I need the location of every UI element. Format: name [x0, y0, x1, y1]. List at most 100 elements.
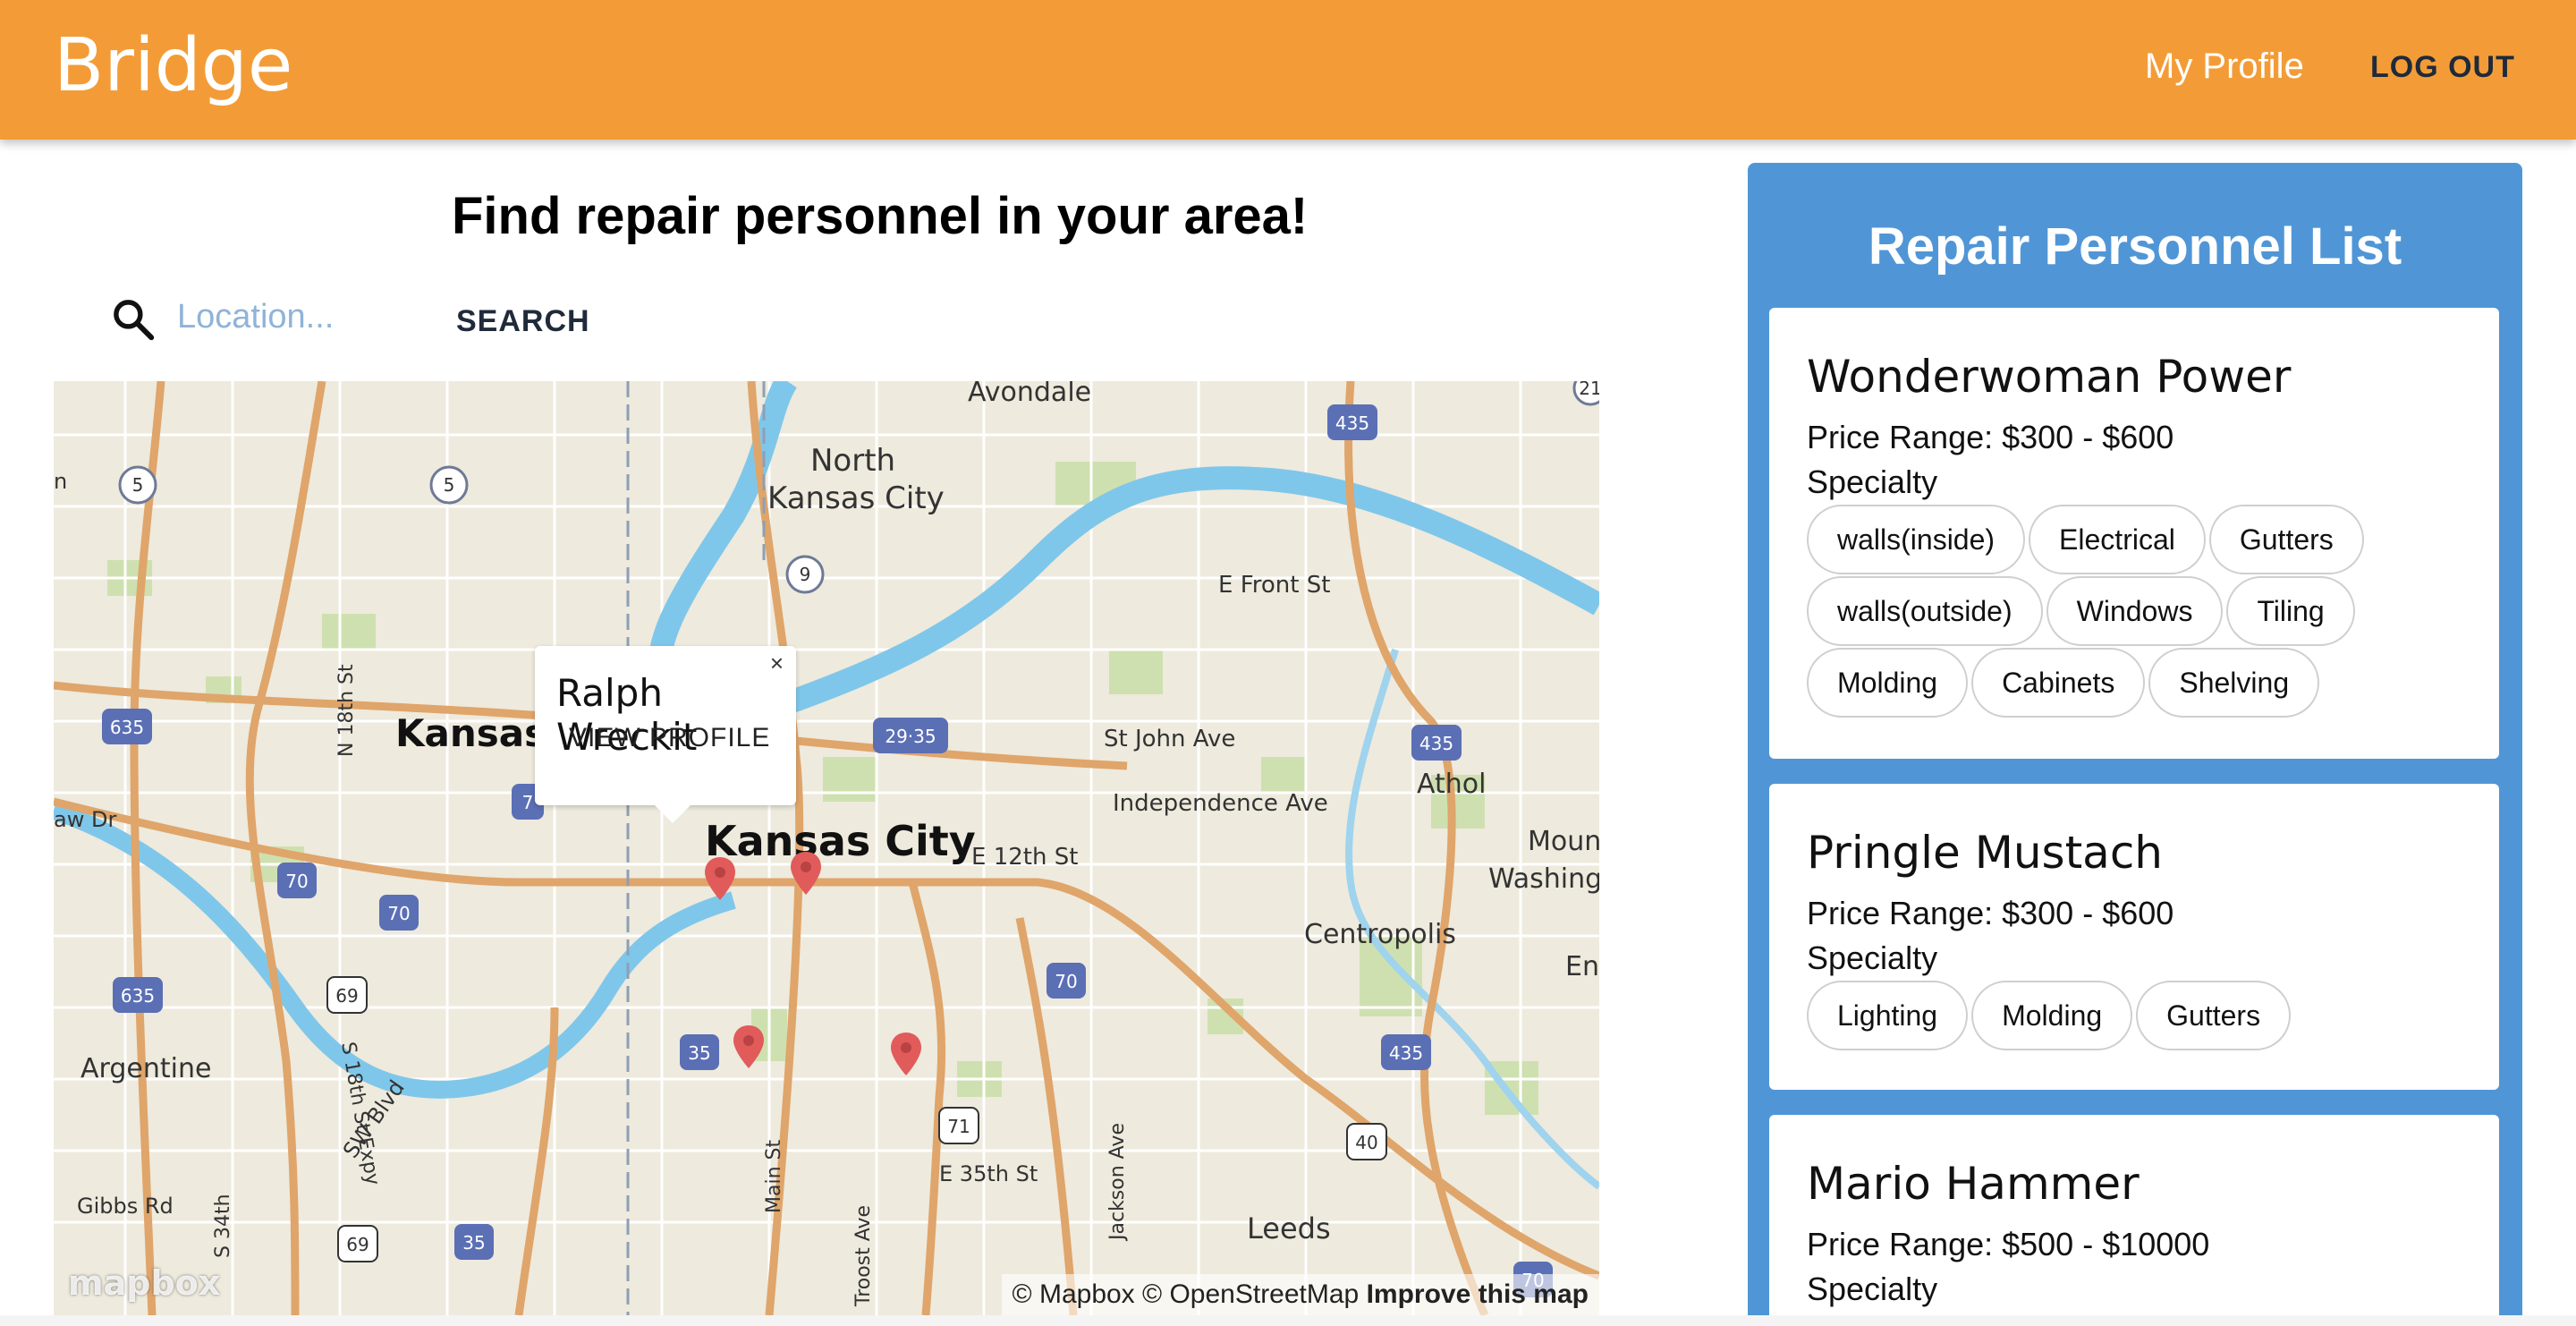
page-bottom-edge	[0, 1315, 2576, 1326]
svg-text:635: 635	[110, 717, 144, 738]
svg-text:21: 21	[1579, 381, 1599, 399]
map-canvas: Avondale North Kansas City Kansas Kansas…	[54, 381, 1599, 1315]
page-heading: Find repair personnel in your area!	[452, 187, 1309, 245]
map-label-independence-ave: Independence Ave	[1113, 790, 1328, 817]
map-popup: × Ralph Wreckit VIEW PROFILE	[535, 646, 796, 805]
route-shield-9: 9	[785, 555, 825, 594]
personnel-name: Pringle Mustach	[1807, 827, 2163, 879]
personnel-card[interactable]: Pringle Mustach Price Range: $300 - $600…	[1769, 784, 2499, 1090]
map-label-n-edge: n	[54, 469, 67, 494]
price-range: Price Range: $300 - $600	[1807, 419, 2174, 455]
map-label-leeds: Leeds	[1247, 1211, 1331, 1245]
specialty-chip: walls(inside)	[1807, 505, 2026, 574]
route-shield-69-a: 69	[326, 976, 368, 1014]
svg-text:70: 70	[1055, 971, 1077, 992]
map-label-north-kansas-city: Kansas City	[767, 480, 945, 516]
map-label-north: North	[810, 443, 895, 479]
specialty-chip: Tiling	[2226, 576, 2355, 646]
map-label-e-front-st: E Front St	[1218, 572, 1330, 599]
specialty-label: Specialty	[1807, 463, 1938, 500]
map-label-main-st: Main St	[763, 1140, 785, 1213]
personnel-list-panel: Repair Personnel List Wonderwoman Power …	[1748, 163, 2522, 1326]
popup-tip	[653, 803, 692, 823]
svg-text:71: 71	[947, 1116, 970, 1137]
specialty-chip: Cabinets	[1971, 648, 2146, 718]
svg-text:9: 9	[800, 564, 811, 585]
specialty-chip: Windows	[2046, 576, 2224, 646]
map-label-jackson-ave: Jackson Ave	[1106, 1123, 1129, 1242]
route-shield-40: 40	[1346, 1123, 1387, 1160]
map-marker[interactable]	[703, 855, 737, 902]
price-range: Price Range: $500 - $10000	[1807, 1226, 2210, 1262]
svg-text:5: 5	[444, 474, 455, 496]
map-marker[interactable]	[889, 1031, 923, 1077]
search-button[interactable]: SEARCH	[438, 299, 608, 344]
route-shield-70-c: 70	[1046, 963, 1086, 999]
route-shield-70-a: 70	[277, 863, 317, 898]
map-label-gibbs-rd: Gibbs Rd	[77, 1194, 174, 1219]
svg-text:435: 435	[1419, 733, 1453, 754]
specialty-chip: Electrical	[2029, 505, 2206, 574]
personnel-card[interactable]: Mario Hammer Price Range: $500 - $10000 …	[1769, 1115, 2499, 1326]
map-marker[interactable]	[732, 1024, 766, 1070]
specialty-label: Specialty	[1807, 939, 1938, 976]
logout-button[interactable]: LOG OUT	[2370, 50, 2515, 85]
svg-text:435: 435	[1335, 412, 1369, 434]
brand-logo[interactable]: Bridge	[54, 23, 292, 108]
specialty-chip: Lighting	[1807, 981, 1969, 1050]
location-input[interactable]	[177, 292, 436, 342]
panel-title: Repair Personnel List	[1868, 217, 2402, 276]
personnel-card[interactable]: Wonderwoman Power Price Range: $300 - $6…	[1769, 308, 2499, 759]
specialty-chip: Gutters	[2136, 981, 2292, 1050]
specialty-chip: Shelving	[2148, 648, 2320, 718]
svg-text:29·35: 29·35	[885, 726, 936, 747]
svg-text:35: 35	[688, 1042, 710, 1064]
route-shield-71: 71	[938, 1107, 979, 1144]
map-label-e-12th-st: E 12th St	[971, 844, 1078, 871]
map-label-athol: Athol	[1417, 769, 1486, 800]
specialty-chips: Lighting Molding Gutters	[1807, 981, 2487, 1052]
map-label-troost-ave: Troost Ave	[852, 1205, 875, 1307]
improve-map-link[interactable]: Improve this map	[1367, 1279, 1589, 1309]
personnel-name: Wonderwoman Power	[1807, 351, 2292, 403]
route-shield-635-a: 635	[102, 709, 152, 744]
map-marker[interactable]	[789, 850, 823, 897]
svg-text:69: 69	[346, 1234, 369, 1255]
map-label-kansas-city: Kansas City	[705, 817, 976, 865]
my-profile-link[interactable]: My Profile	[2145, 47, 2304, 87]
route-shield-35-a: 35	[680, 1034, 719, 1070]
svg-text:635: 635	[121, 985, 155, 1007]
specialty-chip: Gutters	[2208, 505, 2364, 574]
map-label-en: En	[1565, 951, 1599, 982]
route-shield-69-b: 69	[337, 1225, 378, 1262]
svg-text:35: 35	[462, 1232, 485, 1254]
specialty-label: Specialty	[1807, 1271, 1938, 1307]
svg-text:40: 40	[1355, 1132, 1377, 1153]
map-attribution: © Mapbox © OpenStreetMap Improve this ma…	[1001, 1274, 1599, 1315]
specialty-chip: walls(outside)	[1807, 576, 2043, 646]
map[interactable]: Avondale North Kansas City Kansas Kansas…	[54, 381, 1599, 1315]
map-label-centropolis: Centropolis	[1304, 919, 1456, 950]
view-profile-button[interactable]: VIEW PROFILE	[569, 723, 770, 753]
mapbox-logo[interactable]: mapbox	[68, 1263, 220, 1303]
map-label-washing: Washing	[1488, 863, 1599, 895]
specialty-chip: Molding	[1971, 981, 2133, 1050]
svg-text:7: 7	[522, 792, 534, 813]
svg-text:435: 435	[1389, 1042, 1423, 1064]
specialty-chips: walls(inside) Electrical Gutters walls(outs…	[1807, 505, 2487, 719]
map-label-n-18th-st: N 18th St	[335, 664, 358, 757]
attribution-text[interactable]: © Mapbox © OpenStreetMap	[1013, 1279, 1360, 1309]
route-shield-435-a: 435	[1327, 404, 1377, 440]
map-label-aw-dr: aw Dr	[54, 807, 116, 832]
route-shield-635-b: 635	[113, 977, 163, 1013]
route-shield-435-b: 435	[1411, 725, 1462, 761]
app-bar: Bridge My Profile LOG OUT	[0, 0, 2576, 140]
svg-text:5: 5	[132, 474, 144, 496]
price-range: Price Range: $300 - $600	[1807, 895, 2174, 931]
route-shield-5-a: 5	[118, 465, 157, 505]
map-label-argentine: Argentine	[80, 1053, 211, 1084]
route-shield-5-b: 5	[429, 465, 469, 505]
map-label-s-34th: S 34th	[212, 1194, 234, 1258]
route-shield-35-b: 35	[454, 1224, 494, 1260]
route-shield-70-b: 70	[379, 895, 419, 931]
